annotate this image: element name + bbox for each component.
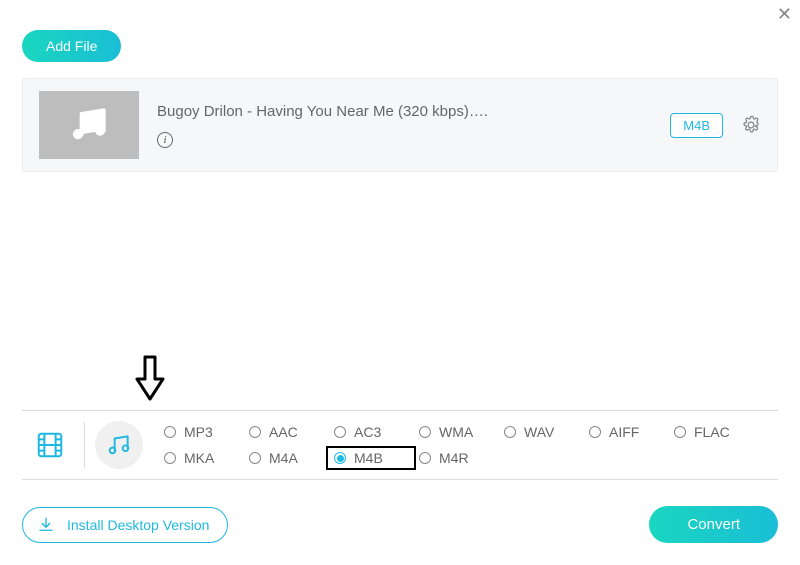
- divider: [84, 422, 85, 468]
- format-label: AC3: [354, 424, 381, 440]
- music-note-icon: [67, 103, 111, 147]
- convert-button[interactable]: Convert: [649, 506, 778, 543]
- format-option-m4r[interactable]: M4R: [416, 449, 501, 467]
- format-label: WMA: [439, 424, 473, 440]
- video-category-button[interactable]: [34, 429, 66, 461]
- format-option-mp3[interactable]: MP3: [161, 423, 246, 441]
- format-option-aiff[interactable]: AIFF: [586, 423, 671, 441]
- film-icon: [35, 430, 65, 460]
- arrow-down-icon: [131, 355, 169, 403]
- format-label: MKA: [184, 450, 214, 466]
- file-meta: Bugoy Drilon - Having You Near Me (320 k…: [157, 103, 670, 148]
- format-label: M4B: [354, 450, 383, 466]
- format-option-flac[interactable]: FLAC: [671, 423, 756, 441]
- format-label: WAV: [524, 424, 554, 440]
- file-title: Bugoy Drilon - Having You Near Me (320 k…: [157, 103, 670, 120]
- format-option-aac[interactable]: AAC: [246, 423, 331, 441]
- format-option-wma[interactable]: WMA: [416, 423, 501, 441]
- format-label: M4R: [439, 450, 469, 466]
- add-file-button[interactable]: Add File: [22, 30, 121, 62]
- close-icon[interactable]: ✕: [777, 4, 792, 25]
- top-area: Add File Bugoy Drilon - Having You Near …: [0, 0, 800, 182]
- format-option-m4b[interactable]: M4B: [326, 446, 416, 470]
- audio-category-button[interactable]: [95, 421, 143, 469]
- format-badge-button[interactable]: M4B: [670, 113, 723, 138]
- format-label: AIFF: [609, 424, 639, 440]
- formats-grid: MP3 AAC AC3 WMA WAV AIFF FLAC MKA M4A M4…: [161, 419, 756, 471]
- music-note-icon: [106, 432, 132, 458]
- format-option-wav[interactable]: WAV: [501, 423, 586, 441]
- format-option-ac3[interactable]: AC3: [331, 423, 416, 441]
- file-thumbnail: [39, 91, 139, 159]
- format-panel: MP3 AAC AC3 WMA WAV AIFF FLAC MKA M4A M4…: [22, 410, 778, 480]
- bottom-bar: Install Desktop Version Convert: [22, 506, 778, 543]
- install-label: Install Desktop Version: [67, 517, 209, 533]
- format-label: FLAC: [694, 424, 730, 440]
- format-label: M4A: [269, 450, 298, 466]
- divider: [22, 479, 778, 480]
- gear-icon[interactable]: [741, 115, 761, 135]
- format-option-m4a[interactable]: M4A: [246, 449, 331, 467]
- install-desktop-button[interactable]: Install Desktop Version: [22, 507, 228, 543]
- download-icon: [37, 516, 55, 534]
- format-option-mka[interactable]: MKA: [161, 449, 246, 467]
- format-label: AAC: [269, 424, 298, 440]
- format-label: MP3: [184, 424, 213, 440]
- info-icon[interactable]: i: [157, 132, 173, 148]
- file-card: Bugoy Drilon - Having You Near Me (320 k…: [22, 78, 778, 172]
